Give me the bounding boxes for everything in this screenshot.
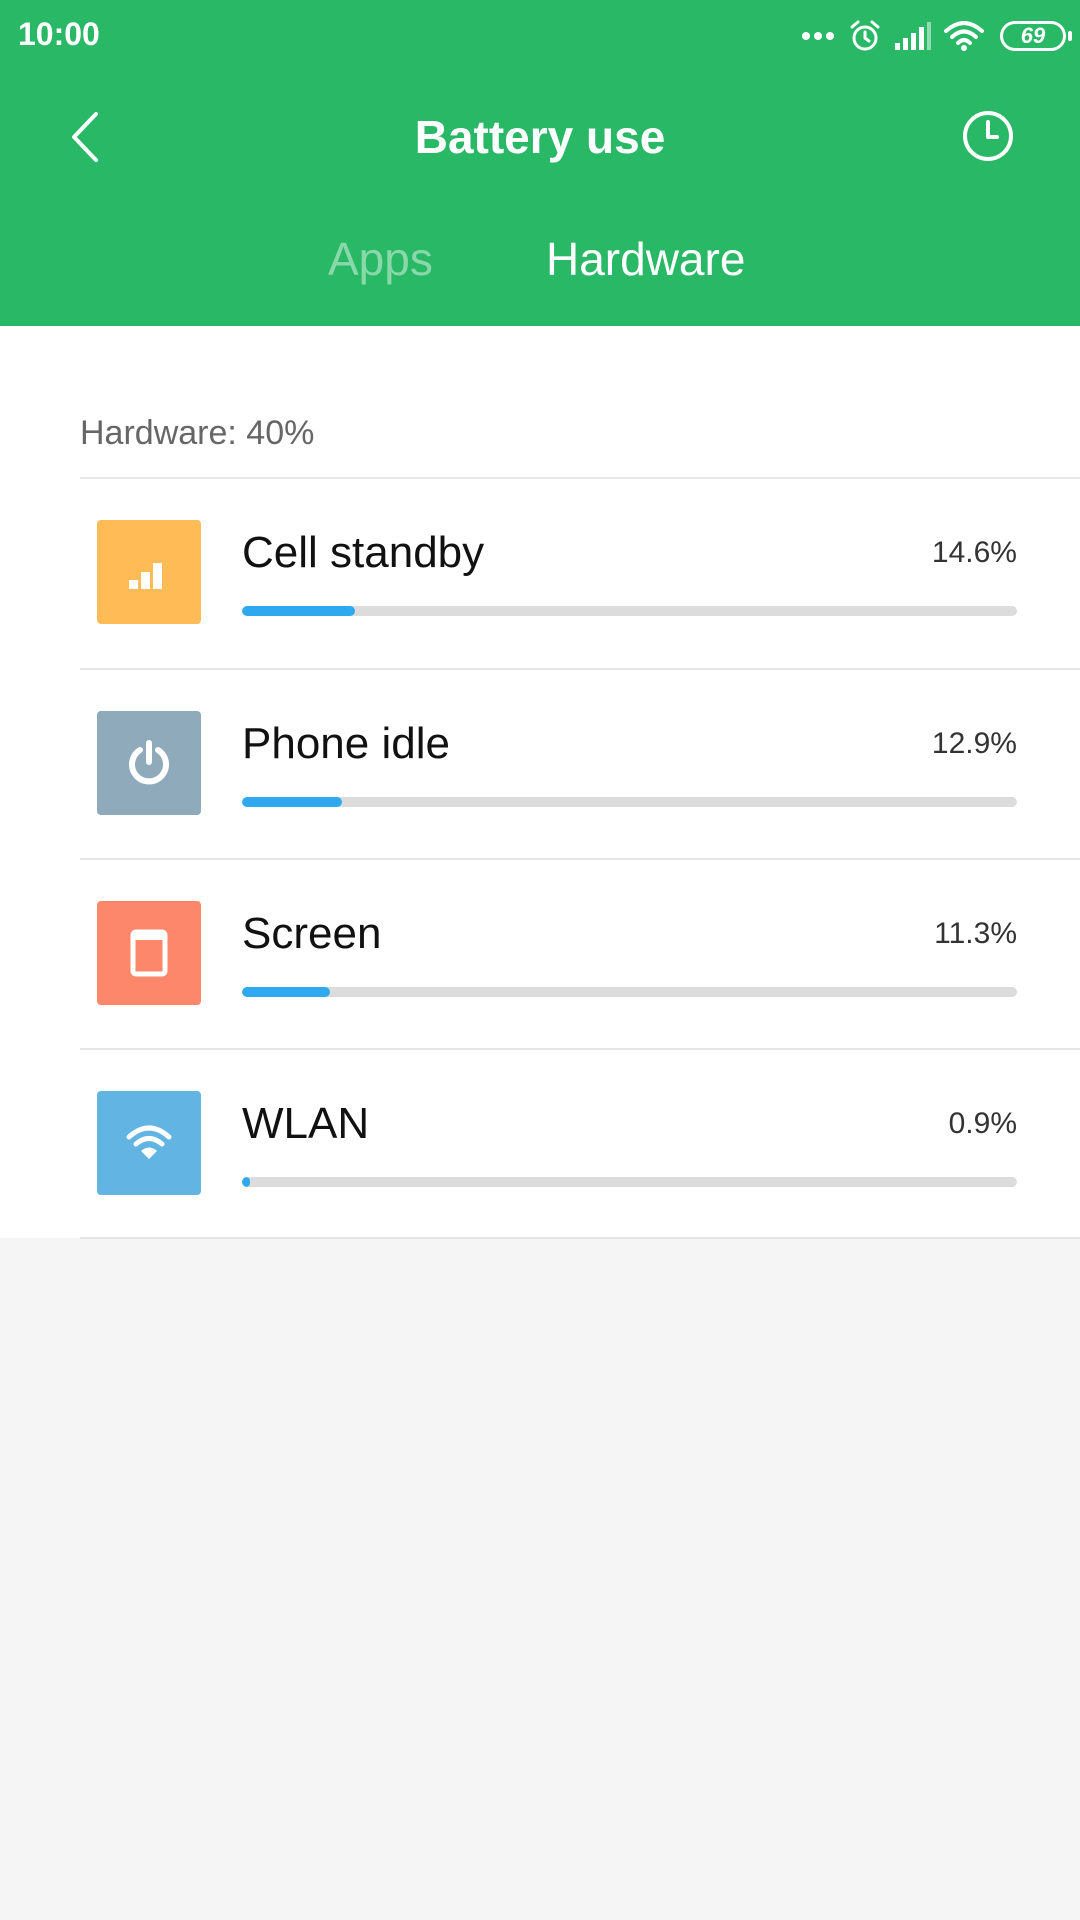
usage-bar [242, 987, 1017, 997]
usage-bar [242, 797, 1017, 807]
status-time: 10:00 [18, 16, 100, 52]
clock-icon [960, 111, 1016, 168]
item-percent: 11.3% [934, 917, 1017, 950]
battery-icon: 69 [1000, 21, 1072, 51]
tab-apps[interactable]: Apps [328, 232, 433, 286]
list-item-screen[interactable]: Screen 11.3% [80, 859, 1080, 1049]
usage-bar-fill [242, 1177, 250, 1187]
signal-bars-icon [97, 520, 201, 624]
usage-bar [242, 1177, 1017, 1187]
power-icon [97, 711, 201, 815]
tab-hardware[interactable]: Hardware [546, 232, 745, 286]
status-bar: 10:00 69 [0, 0, 1080, 72]
more-dots-icon [800, 30, 836, 42]
list-item-phone-idle[interactable]: Phone idle 12.9% [80, 669, 1080, 859]
item-name: Phone idle [242, 719, 450, 768]
list-item-wlan[interactable]: WLAN 0.9% [80, 1049, 1080, 1239]
usage-bar [242, 606, 1017, 616]
battery-level: 69 [1020, 23, 1046, 48]
section-label: Hardware: 40% [80, 414, 315, 452]
history-button[interactable] [960, 108, 1016, 164]
status-icons: 69 [800, 16, 1072, 56]
tab-bar: Apps Hardware [0, 232, 1080, 296]
alarm-icon [848, 19, 882, 53]
wifi-icon [944, 21, 984, 51]
divider [80, 1237, 1080, 1239]
item-name: Cell standby [242, 528, 485, 577]
page-title: Battery use [414, 111, 666, 163]
usage-bar-fill [242, 797, 342, 807]
list-item-cell-standby[interactable]: Cell standby 14.6% [80, 478, 1080, 668]
item-percent: 0.9% [948, 1107, 1017, 1140]
usage-bar-fill [242, 606, 356, 616]
item-percent: 12.9% [931, 727, 1017, 760]
usage-bar-fill [242, 987, 330, 997]
signal-icon [894, 21, 932, 51]
item-percent: 14.6% [931, 536, 1017, 569]
wifi-icon [97, 1091, 201, 1195]
screen-icon [97, 901, 201, 1005]
app-header: 10:00 69 Battery use Apps Hardware [0, 0, 1080, 326]
item-name: Screen [242, 909, 382, 958]
item-name: WLAN [242, 1099, 370, 1148]
hardware-list: Hardware: 40% Cell standby 14.6% Phone i… [0, 326, 1080, 1239]
